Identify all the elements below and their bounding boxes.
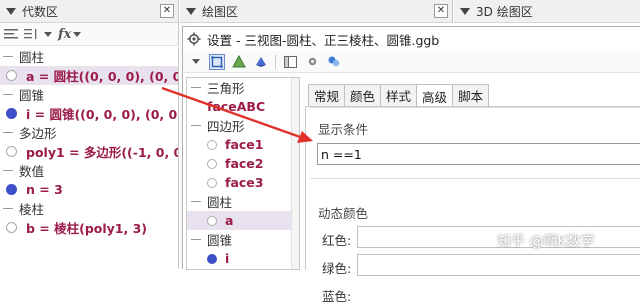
tab-1[interactable]: 颜色 xyxy=(344,84,382,106)
algebra-item-text: b = 棱柱(poly1, 3) xyxy=(26,221,148,236)
watermark: 知乎 @啊K数学 xyxy=(497,234,595,250)
tree-category-label: 三角形 xyxy=(207,81,245,96)
tree-item[interactable]: faceABC xyxy=(187,97,299,116)
tree-category-label: 圆柱 xyxy=(207,195,233,210)
tree-item[interactable]: face3 xyxy=(187,173,299,192)
algebra-list: 圆柱 a = 圆柱((0, 0, 0), (0, 0, 圆锥 i = 圆锥((0, 0… xyxy=(0,47,179,269)
algebra-category-label: 棱柱 xyxy=(19,202,45,217)
tab-2[interactable]: 样式 xyxy=(380,84,418,106)
objects-icon[interactable] xyxy=(209,53,225,70)
properties-tabs: 常规 颜色 样式 高级 脚本 xyxy=(308,84,490,107)
visibility-toggle-icon[interactable] xyxy=(6,108,17,119)
green-input[interactable] xyxy=(357,254,640,276)
tree-item[interactable]: face2 xyxy=(187,154,299,173)
algebra-item[interactable]: poly1 = 多边形((-1, 0, 0 xyxy=(0,142,178,161)
3d-view-icon[interactable] xyxy=(253,54,269,70)
tree-scrollbar[interactable] xyxy=(291,78,299,269)
visibility-toggle-icon[interactable] xyxy=(6,70,17,81)
graphics-view-icon[interactable] xyxy=(231,54,247,70)
close-icon[interactable]: ✕ xyxy=(434,4,448,18)
algebra-panel-title: 代数区 xyxy=(22,4,59,19)
tree-item[interactable]: i xyxy=(187,249,299,268)
visibility-dot-icon xyxy=(207,177,217,188)
collapse-triangle-icon[interactable] xyxy=(460,7,470,15)
tree-item-text: face1 xyxy=(225,137,264,152)
tree-item-text: faceABC xyxy=(207,99,266,114)
menu-lines-icon[interactable] xyxy=(4,26,18,42)
tree-item-text: i xyxy=(225,251,230,266)
visibility-toggle-icon[interactable] xyxy=(6,184,17,195)
visibility-dot-icon xyxy=(207,253,217,264)
algebra-category[interactable]: 圆锥 xyxy=(0,85,178,104)
tree-category-label: 四边形 xyxy=(207,119,245,134)
graphics3d-panel-header: 3D 绘图区 xyxy=(454,0,640,23)
object-tree: 三角形 faceABC 四边形 face1 face2 face3 圆柱 a 圆锥 i xyxy=(186,77,300,270)
visibility-dot-icon xyxy=(207,139,217,150)
blue-label: 蓝色: xyxy=(322,289,352,304)
visibility-toggle-icon[interactable] xyxy=(6,146,17,157)
red-label: 红色: xyxy=(322,233,352,248)
algebra-item[interactable]: a = 圆柱((0, 0, 0), (0, 0, xyxy=(0,66,178,85)
collapse-triangle-icon[interactable] xyxy=(187,54,203,70)
tree-category[interactable]: 四边形 xyxy=(187,116,299,135)
algebra-panel-header: 代数区 ✕ xyxy=(0,0,179,23)
layout-icon[interactable] xyxy=(282,54,298,70)
algebra-item-text: n = 3 xyxy=(26,182,63,197)
algebra-item-text: i = 圆锥((0, 0, 0), (0, 0, 3 xyxy=(26,107,179,122)
tree-item[interactable]: a xyxy=(187,211,299,230)
algebra-item-text: a = 圆柱((0, 0, 0), (0, 0, xyxy=(26,69,179,84)
tab-3[interactable]: 高级 xyxy=(416,84,454,107)
condition-group-title: 显示条件 xyxy=(318,122,369,137)
algebra-item-text: poly1 = 多边形((-1, 0, 0 xyxy=(26,145,179,160)
algebra-item[interactable]: i = 圆锥((0, 0, 0), (0, 0, 3 xyxy=(0,104,178,123)
tab-0[interactable]: 常规 xyxy=(308,84,346,106)
algebra-category-label: 圆锥 xyxy=(19,88,45,103)
dialog-titlebar: 设置 - 三视图-圆柱、正三棱柱、圆锥.ggb xyxy=(183,27,640,51)
graphics-panel-header: 绘图区 ✕ xyxy=(180,0,453,23)
tab-4[interactable]: 脚本 xyxy=(452,84,490,106)
tree-category-label: 圆锥 xyxy=(207,233,233,248)
tree-category[interactable]: 圆柱 xyxy=(187,192,299,211)
tree-item-text: a xyxy=(225,213,234,228)
algebra-category[interactable]: 多边形 xyxy=(0,123,178,142)
sort-icon[interactable] xyxy=(24,26,52,42)
algebra-item[interactable]: b = 棱柱(poly1, 3) xyxy=(0,218,178,237)
close-icon[interactable]: ✕ xyxy=(160,4,174,18)
fx-icon[interactable]: fx xyxy=(58,26,82,42)
green-label: 绿色: xyxy=(322,261,352,276)
algebra-category[interactable]: 棱柱 xyxy=(0,199,178,218)
settings-gear-icon xyxy=(187,32,201,46)
algebra-category-label: 多边形 xyxy=(19,126,57,141)
dialog-title: 设置 - 三视图-圆柱、正三棱柱、圆锥.ggb xyxy=(207,32,440,48)
tree-item-text: face3 xyxy=(225,175,264,190)
condition-input[interactable] xyxy=(317,143,640,165)
tree-category[interactable]: 三角形 xyxy=(187,78,299,97)
tree-category[interactable]: 圆锥 xyxy=(187,230,299,249)
algebra-category[interactable]: 数值 xyxy=(0,161,178,180)
visibility-dot-icon xyxy=(207,158,217,169)
visibility-toggle-icon[interactable] xyxy=(6,222,17,233)
network-icon[interactable] xyxy=(326,54,342,70)
graphics-panel-title: 绘图区 xyxy=(202,4,239,19)
visibility-dot-icon xyxy=(207,215,217,226)
algebra-category-label: 圆柱 xyxy=(19,50,45,65)
dialog-toolbar xyxy=(183,51,640,73)
collapse-triangle-icon[interactable] xyxy=(186,7,196,15)
algebra-toolbar: fx xyxy=(0,23,179,46)
algebra-category-label: 数值 xyxy=(19,164,45,179)
tree-item[interactable]: face1 xyxy=(187,135,299,154)
collapse-triangle-icon[interactable] xyxy=(6,7,16,15)
algebra-category[interactable]: 圆柱 xyxy=(0,47,178,66)
graphics3d-panel-title: 3D 绘图区 xyxy=(476,4,533,19)
tree-item-text: face2 xyxy=(225,156,264,171)
dynamic-color-group-title: 动态颜色 xyxy=(318,206,369,221)
algebra-item[interactable]: n = 3 xyxy=(0,180,178,199)
settings-gear-icon[interactable] xyxy=(304,54,320,70)
